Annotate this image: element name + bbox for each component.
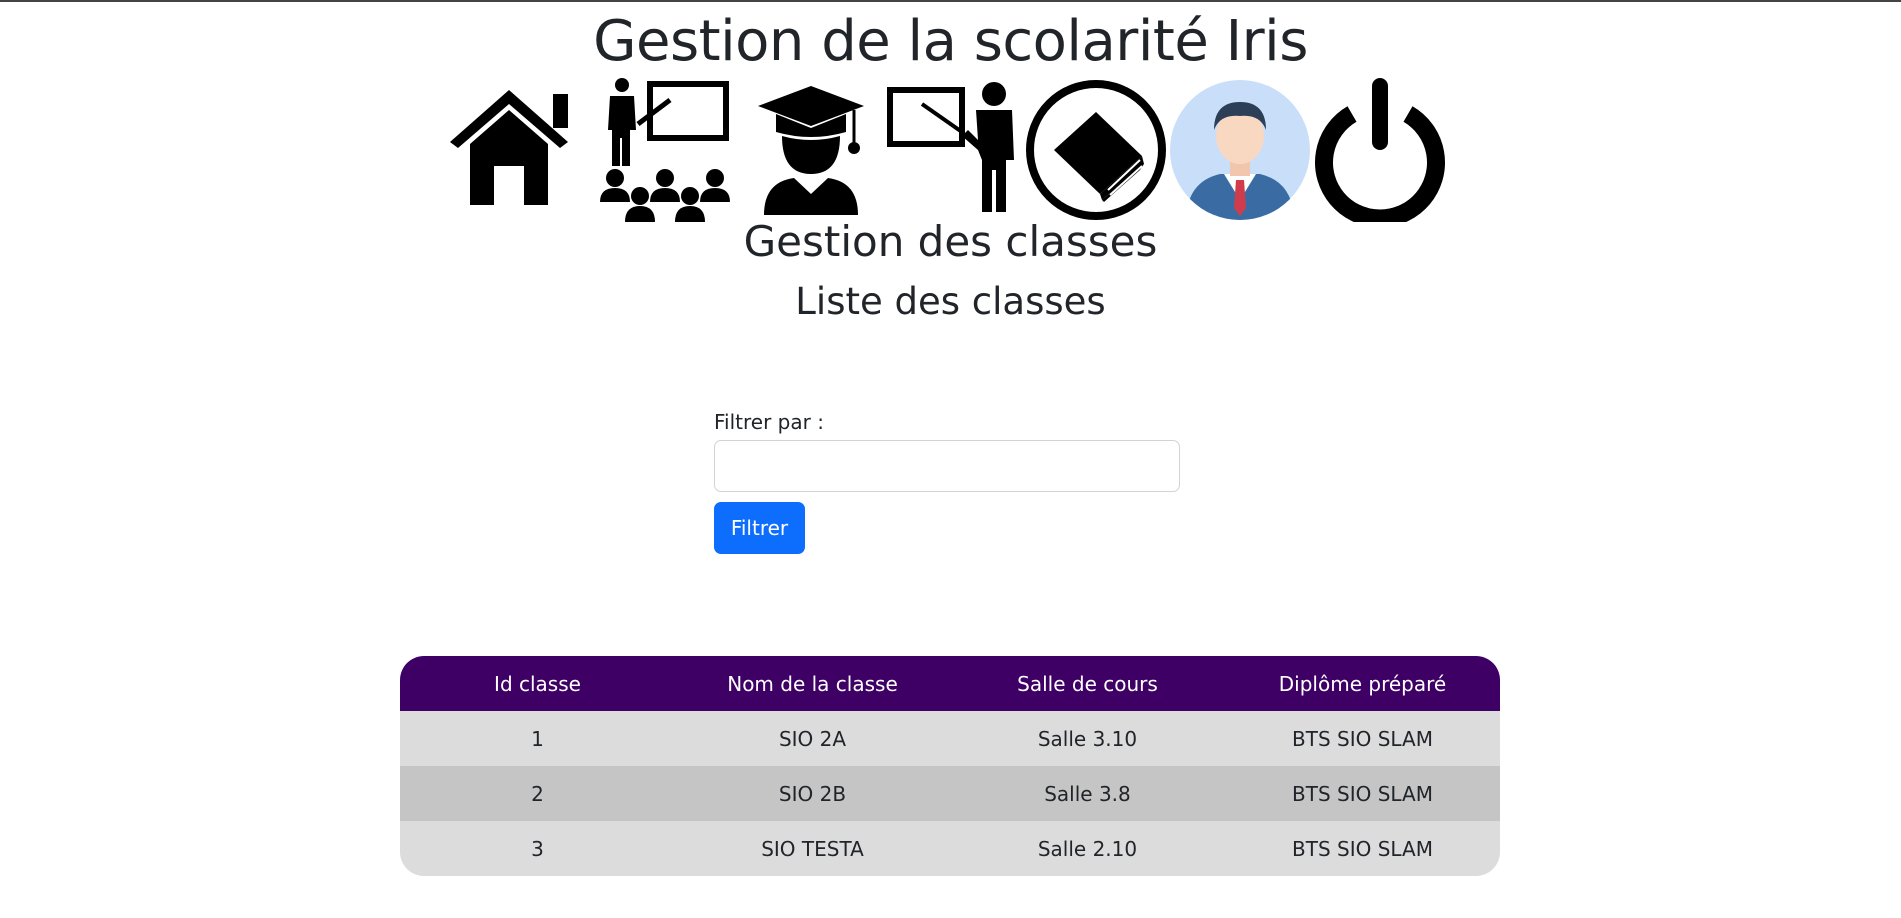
graduate-student-icon	[758, 86, 864, 215]
nav-logout-link[interactable]	[1308, 78, 1452, 222]
cell-name: SIO 2B	[778, 781, 847, 806]
class-presentation-icon	[600, 78, 730, 222]
nav-home-link[interactable]	[446, 78, 592, 222]
power-icon	[1315, 78, 1445, 222]
main-nav	[446, 78, 1450, 222]
nav-teachers-link[interactable]	[884, 78, 1030, 222]
column-header-name: Nom de la classe	[727, 671, 898, 696]
column-header-diploma: Diplôme préparé	[1278, 671, 1447, 696]
cell-name: SIO 2A	[778, 726, 847, 751]
cell-diploma: BTS SIO SLAM	[1292, 726, 1433, 751]
cell-id: 1	[531, 726, 544, 751]
column-header-room: Salle de cours	[1017, 671, 1158, 696]
nav-students-link[interactable]	[738, 78, 884, 222]
book-icon	[1026, 80, 1166, 220]
filter-label: Filtrer par :	[714, 410, 824, 434]
table-row: 2 SIO 2B Salle 3.8 BTS SIO SLAM	[400, 766, 1500, 821]
teacher-icon	[887, 82, 1014, 212]
cell-id: 3	[531, 836, 544, 861]
user-avatar-icon	[1170, 80, 1310, 220]
cell-room: Salle 3.10	[1037, 726, 1138, 751]
list-subtitle: Liste des classes	[795, 280, 1106, 323]
cell-diploma: BTS SIO SLAM	[1292, 836, 1433, 861]
cell-room: Salle 2.10	[1037, 836, 1138, 861]
home-icon	[450, 90, 568, 205]
table-row: 1 SIO 2A Salle 3.10 BTS SIO SLAM	[400, 711, 1500, 766]
table-row: 3 SIO TESTA Salle 2.10 BTS SIO SLAM	[400, 821, 1500, 876]
section-title: Gestion des classes	[743, 217, 1158, 266]
cell-room: Salle 3.8	[1044, 781, 1131, 806]
table-header-row: Id classe Nom de la classe Salle de cour…	[400, 656, 1500, 711]
nav-classes-link[interactable]	[592, 78, 738, 222]
column-header-id: Id classe	[494, 671, 581, 696]
cell-diploma: BTS SIO SLAM	[1292, 781, 1433, 806]
cell-name: SIO TESTA	[761, 836, 864, 861]
page-header-title: Gestion de la scolarité Iris	[593, 9, 1308, 74]
cell-id: 2	[531, 781, 544, 806]
classes-table: Id classe Nom de la classe Salle de cour…	[400, 656, 1500, 876]
nav-profile-link[interactable]	[1168, 78, 1312, 222]
filter-button[interactable]: Filtrer	[714, 502, 805, 554]
nav-subjects-link[interactable]	[1024, 78, 1168, 222]
filter-input[interactable]	[714, 440, 1180, 492]
